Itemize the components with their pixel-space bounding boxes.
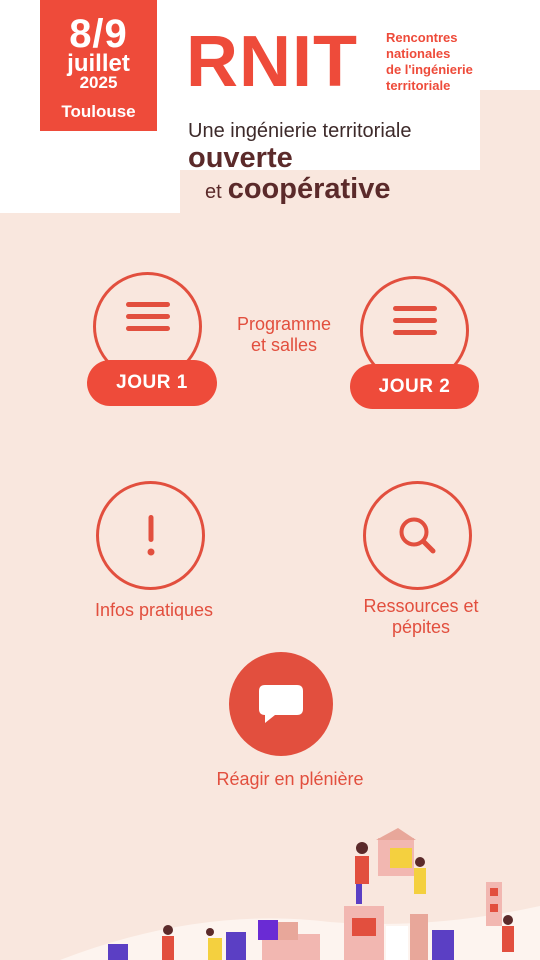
event-date-box: 8/9 juillet 2025 Toulouse [40,0,157,131]
logo: RNIT [186,22,358,102]
programme-label-line: Programme [236,314,332,334]
event-year: 2025 [79,73,118,92]
day2-button[interactable]: JOUR 2 [350,364,479,409]
infos-label[interactable]: Infos pratiques [70,600,238,621]
logo-subtitle-line: de l'ingénierie [386,62,473,77]
logo-subtitle-line: territoriale [386,78,451,93]
tagline-cooperative: et coopérative [205,172,390,209]
ressources-label-line: Ressources et [363,596,479,616]
exclamation-icon [147,514,154,555]
search-icon [399,517,435,553]
logo-subtitle-line: Rencontres [386,30,458,45]
ressources-label-line: pépites [391,617,451,637]
event-month: juillet [67,50,130,77]
decorative-illustration [60,828,540,960]
logo-subtitle-line: nationales [386,46,451,61]
react-button[interactable] [229,652,333,756]
event-city: Toulouse [61,102,136,121]
menu-icon [392,299,437,342]
logo-subtitle: Rencontres nationales de l'ingénierie te… [386,30,496,94]
ressources-label[interactable]: Ressources et pépites [348,596,494,638]
programme-label: Programme et salles [220,314,348,356]
day1-button[interactable]: JOUR 1 [87,360,217,406]
header-background [40,170,180,213]
react-label[interactable]: Réagir en plénière [190,769,390,790]
tagline-emphasis: ouverte [188,142,293,174]
tagline: Une ingénierie territoriale [188,120,412,142]
infos-button[interactable] [96,481,205,590]
tagline-prefix: et [205,181,222,203]
tagline-main: coopérative [227,173,391,205]
header-background [0,0,40,213]
event-days: 8/9 [69,12,128,56]
menu-icon [125,295,170,338]
chat-icon [259,685,303,723]
programme-label-line: et salles [250,335,318,355]
ressources-button[interactable] [363,481,472,590]
